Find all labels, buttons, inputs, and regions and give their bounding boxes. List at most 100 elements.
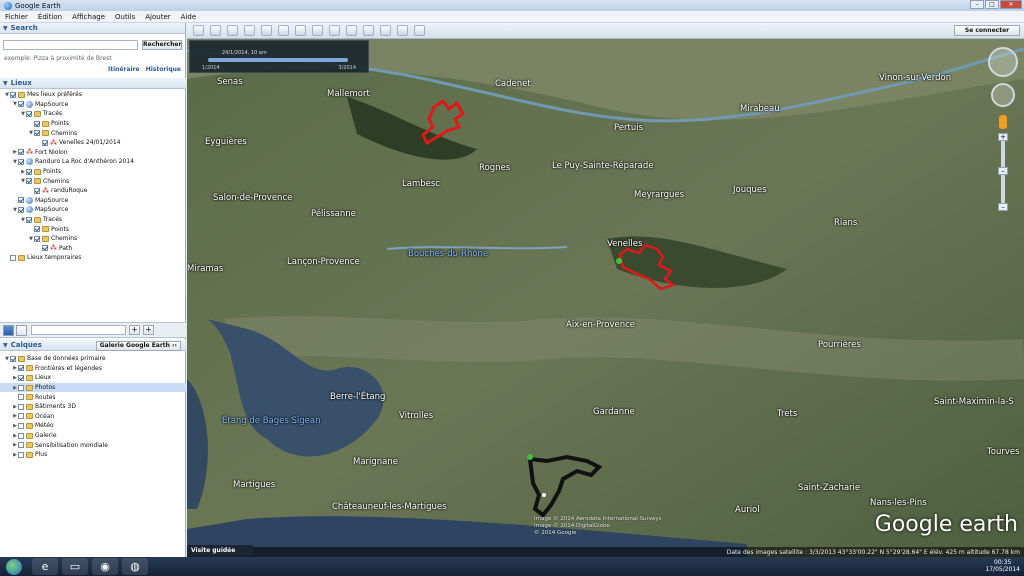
map-place-label[interactable]: Rognes: [479, 163, 510, 173]
layer-checkbox[interactable]: [18, 422, 24, 429]
place-checkbox[interactable]: [42, 245, 48, 252]
map-place-label[interactable]: Lambesc: [402, 179, 440, 189]
time-slider-track[interactable]: [208, 58, 348, 62]
layer-item[interactable]: ▼ Base de données primaire: [0, 354, 186, 364]
zoom-slider[interactable]: + – –: [998, 133, 1008, 211]
places-header[interactable]: ▼ Lieux: [0, 78, 186, 89]
place-item[interactable]: ▼ Mes lieux préférés: [0, 90, 186, 100]
move-up-button[interactable]: +: [129, 325, 140, 335]
map-place-label[interactable]: Mirabeau: [740, 104, 780, 114]
map-place-label[interactable]: Venelles: [607, 239, 642, 249]
place-checkbox[interactable]: [26, 168, 32, 175]
google-earth-taskbar-icon[interactable]: ◍: [122, 558, 148, 575]
layer-checkbox[interactable]: [10, 355, 16, 362]
ruler-icon[interactable]: [346, 25, 357, 36]
minimize-button[interactable]: –: [970, 0, 984, 9]
place-checkbox[interactable]: [34, 120, 40, 127]
map-place-label[interactable]: Étang de Bages Sigean: [222, 416, 321, 426]
layer-checkbox[interactable]: [18, 394, 24, 401]
maximize-button[interactable]: □: [985, 0, 999, 9]
map-place-label[interactable]: Pélissanne: [311, 209, 356, 219]
internet-explorer-icon[interactable]: e: [32, 558, 58, 575]
layer-checkbox[interactable]: [18, 442, 24, 449]
place-item[interactable]: ⁂ randuRoque: [0, 186, 186, 196]
record-tour-icon[interactable]: [278, 25, 289, 36]
street-view-pegman-icon[interactable]: [999, 115, 1007, 129]
place-item[interactable]: ▼ Tracés: [0, 109, 186, 119]
place-item[interactable]: ▼ Chemins: [0, 128, 186, 138]
tour-button[interactable]: Visite guidée: [187, 545, 253, 556]
email-icon[interactable]: [363, 25, 374, 36]
map-place-label[interactable]: Trets: [777, 409, 797, 419]
system-clock[interactable]: 00:35 17/05/2014: [985, 559, 1020, 573]
map-place-label[interactable]: Eyguières: [205, 137, 247, 147]
map-place-label[interactable]: Saint-Maximin-la-S: [934, 397, 1014, 407]
map-place-label[interactable]: Lançon-Provence: [287, 257, 360, 267]
place-checkbox[interactable]: [34, 130, 40, 137]
place-item[interactable]: ▼ Tracés: [0, 215, 186, 225]
search-header[interactable]: ▼ Search: [0, 23, 185, 34]
time-slider[interactable]: 24/1/2014, 10 am 1/2014 3/2014: [189, 40, 369, 73]
map-place-label[interactable]: Le Puy-Sainte-Réparade: [552, 161, 654, 171]
layer-item[interactable]: Routes: [0, 392, 186, 402]
satellite-map[interactable]: Senas Mallemort Cadenet Vinon-sur-Verdon Mir…: [187, 39, 1024, 557]
search-button[interactable]: Rechercher: [142, 40, 182, 50]
place-checkbox[interactable]: [18, 197, 24, 204]
place-item[interactable]: Points: [0, 224, 186, 234]
close-button[interactable]: ✕: [1000, 0, 1022, 9]
place-checkbox[interactable]: [10, 91, 16, 98]
add-placemark-icon[interactable]: [210, 25, 221, 36]
sidebar-toggle-icon[interactable]: [193, 25, 204, 36]
place-item[interactable]: ▼ MapSource: [0, 100, 186, 110]
place-checkbox[interactable]: [34, 187, 40, 194]
print-icon[interactable]: [380, 25, 391, 36]
place-checkbox[interactable]: [18, 206, 24, 213]
map-place-label[interactable]: Jouques: [733, 185, 767, 195]
menu-edition[interactable]: Édition: [33, 13, 67, 21]
menu-aide[interactable]: Aide: [176, 13, 201, 21]
map-place-label[interactable]: Miramas: [187, 264, 223, 274]
place-item[interactable]: ▶ ⁂ Fort Niolon: [0, 148, 186, 158]
place-item[interactable]: ▼ Chemins: [0, 234, 186, 244]
map-view[interactable]: Se connecter Senas Mallemort Cadenet Vin…: [187, 23, 1024, 557]
panel-view-icon[interactable]: [16, 324, 27, 336]
layer-checkbox[interactable]: [18, 403, 24, 410]
layer-item[interactable]: ▶ Photos: [0, 382, 186, 393]
map-place-label[interactable]: Tourves: [987, 447, 1020, 457]
sign-in-button[interactable]: Se connecter: [954, 25, 1020, 36]
layer-checkbox[interactable]: [18, 365, 24, 372]
place-checkbox[interactable]: [26, 178, 32, 185]
place-checkbox[interactable]: [34, 226, 40, 233]
map-place-label[interactable]: Salon-de-Provence: [213, 193, 292, 203]
place-item[interactable]: ▼ Randuro La Roc d'Anthéron 2014: [0, 157, 186, 167]
firefox-icon[interactable]: ◉: [92, 558, 118, 575]
map-place-label[interactable]: Gardanne: [593, 407, 635, 417]
places-filter-input[interactable]: [31, 325, 126, 335]
map-place-label[interactable]: Cadenet: [495, 79, 531, 89]
map-place-label[interactable]: Mallemort: [327, 89, 370, 99]
zoom-in-button[interactable]: +: [998, 133, 1008, 141]
layer-checkbox[interactable]: [18, 374, 24, 381]
place-item[interactable]: Lieux temporaires: [0, 253, 186, 263]
start-button[interactable]: [6, 558, 22, 575]
file-explorer-icon[interactable]: ▭: [62, 558, 88, 575]
image-overlay-icon[interactable]: [261, 25, 272, 36]
layer-checkbox[interactable]: [18, 384, 24, 391]
map-place-label[interactable]: Pourrières: [818, 340, 861, 350]
map-place-label[interactable]: Marignane: [353, 457, 398, 467]
zoom-out-button[interactable]: –: [998, 203, 1008, 211]
place-item[interactable]: ▶ Points: [0, 167, 186, 177]
google-maps-icon[interactable]: [414, 25, 425, 36]
layer-item[interactable]: ▶ Bâtiments 3D: [0, 402, 186, 412]
look-around-control[interactable]: [988, 47, 1018, 77]
layer-item[interactable]: ▶ Plus: [0, 450, 186, 460]
place-checkbox[interactable]: [26, 216, 32, 223]
place-item[interactable]: MapSource: [0, 196, 186, 206]
zoom-handle[interactable]: –: [998, 167, 1008, 175]
place-checkbox[interactable]: [34, 235, 40, 242]
layer-checkbox[interactable]: [18, 432, 24, 439]
map-place-label[interactable]: Aix-en-Provence: [566, 320, 635, 330]
place-item[interactable]: ⁂ Venelles 24/01/2014: [0, 138, 186, 148]
map-place-label[interactable]: Senas: [217, 77, 243, 87]
layer-checkbox[interactable]: [18, 451, 24, 458]
